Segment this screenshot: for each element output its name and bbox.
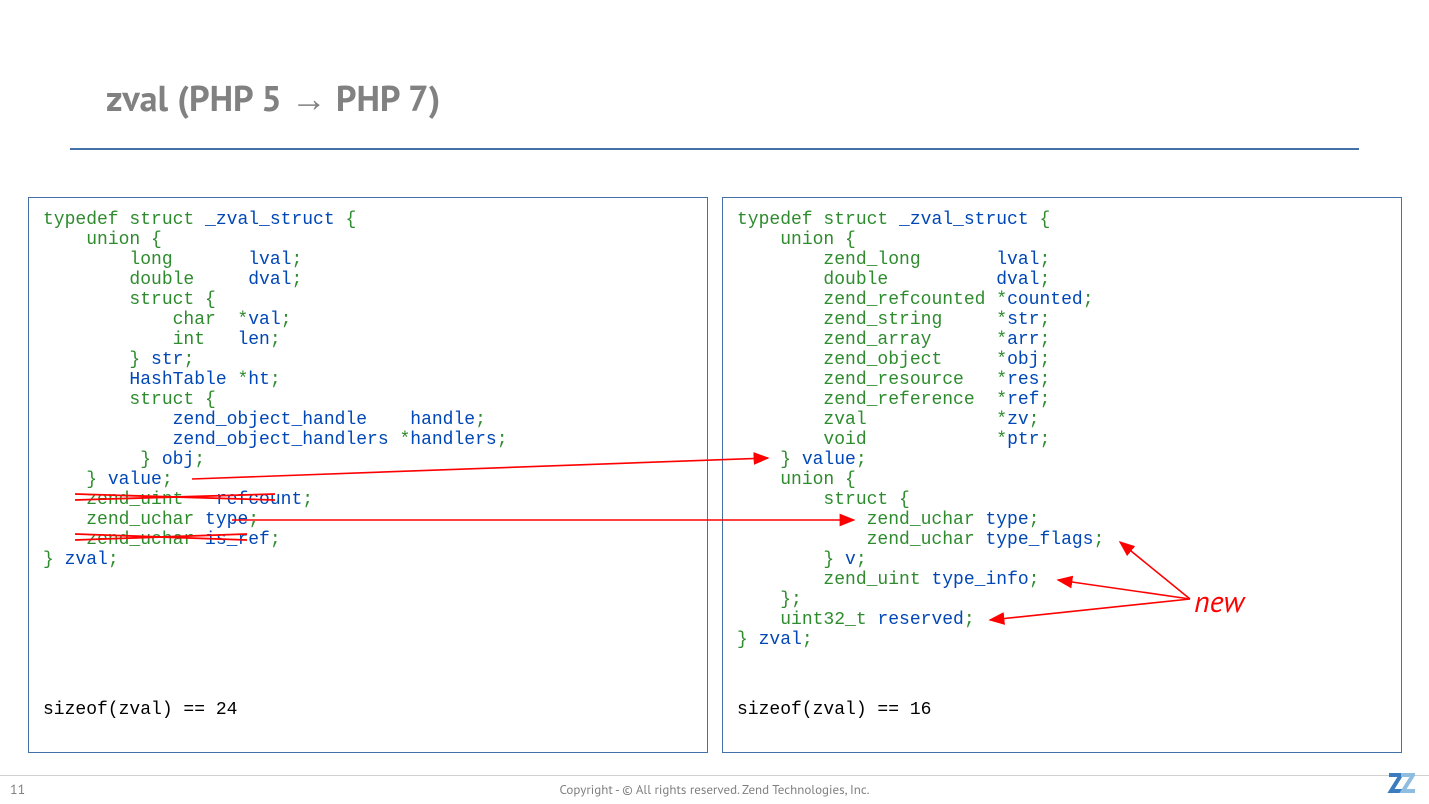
code-panel-php7: typedef struct _zval_struct { union { ze… [722, 197, 1402, 753]
sizeof-php7: sizeof(zval) == 16 [737, 700, 931, 720]
annotation-new: new [1194, 582, 1244, 621]
zend-logo-icon [1387, 773, 1415, 798]
sizeof-php5: sizeof(zval) == 24 [43, 700, 237, 720]
code-block-php7: typedef struct _zval_struct { union { ze… [737, 210, 1387, 650]
footer-divider [0, 775, 1429, 776]
code-block-php5: typedef struct _zval_struct { union { lo… [43, 210, 693, 570]
copyright-text: Copyright - © All rights reserved. Zend … [0, 781, 1429, 798]
code-panel-php5: typedef struct _zval_struct { union { lo… [28, 197, 708, 753]
title-underline [70, 148, 1359, 150]
slide-title: zval (PHP 5 → PHP 7) [106, 74, 440, 121]
